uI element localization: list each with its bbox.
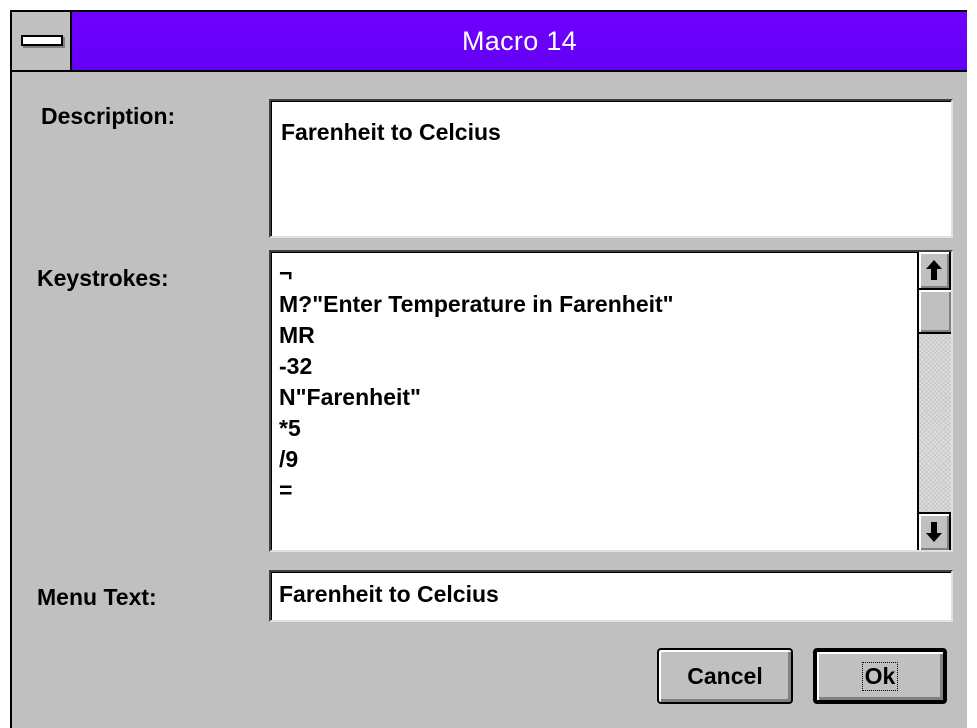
keystroke-line: N"Farenheit" — [279, 384, 421, 410]
scroll-up-button[interactable] — [919, 252, 951, 290]
keystrokes-list: ¬ M?"Enter Temperature in Farenheit" MR … — [279, 258, 674, 506]
keystroke-line: M?"Enter Temperature in Farenheit" — [279, 291, 674, 317]
description-label: Description: — [41, 103, 176, 129]
macro-dialog: Macro 14 Description: Farenheit to Celci… — [10, 10, 967, 728]
arrow-up-icon — [926, 260, 942, 280]
ok-button[interactable]: Ok — [813, 648, 947, 704]
system-menu-button[interactable] — [12, 12, 72, 70]
description-field[interactable]: Farenheit to Celcius — [269, 99, 953, 238]
title-bar: Macro 14 — [12, 12, 967, 72]
description-value: Farenheit to Celcius — [281, 119, 501, 145]
keystroke-line: /9 — [279, 446, 299, 472]
menu-text-field[interactable]: Farenheit to Celcius — [269, 570, 953, 622]
scroll-down-button[interactable] — [919, 512, 951, 550]
cancel-button-label: Cancel — [687, 662, 763, 689]
menu-text-value: Farenheit to Celcius — [279, 581, 499, 607]
title-bar-caption: Macro 14 — [72, 12, 967, 70]
keystrokes-scrollbar[interactable] — [917, 252, 951, 550]
scroll-thumb[interactable] — [919, 290, 951, 334]
arrow-down-icon — [926, 522, 942, 542]
ok-button-label: Ok — [861, 661, 899, 691]
keystroke-line: -32 — [279, 353, 313, 379]
cancel-button[interactable]: Cancel — [657, 648, 793, 704]
keystroke-line: ¬ — [279, 260, 293, 286]
keystroke-line: = — [279, 477, 293, 503]
keystroke-line: MR — [279, 322, 315, 348]
keystroke-line: *5 — [279, 415, 301, 441]
menu-text-label: Menu Text: — [37, 584, 157, 610]
keystrokes-label: Keystrokes: — [37, 265, 169, 291]
keystrokes-textarea[interactable]: ¬ M?"Enter Temperature in Farenheit" MR … — [269, 250, 953, 552]
window-title: Macro 14 — [462, 25, 577, 56]
system-menu-icon — [21, 35, 63, 46]
